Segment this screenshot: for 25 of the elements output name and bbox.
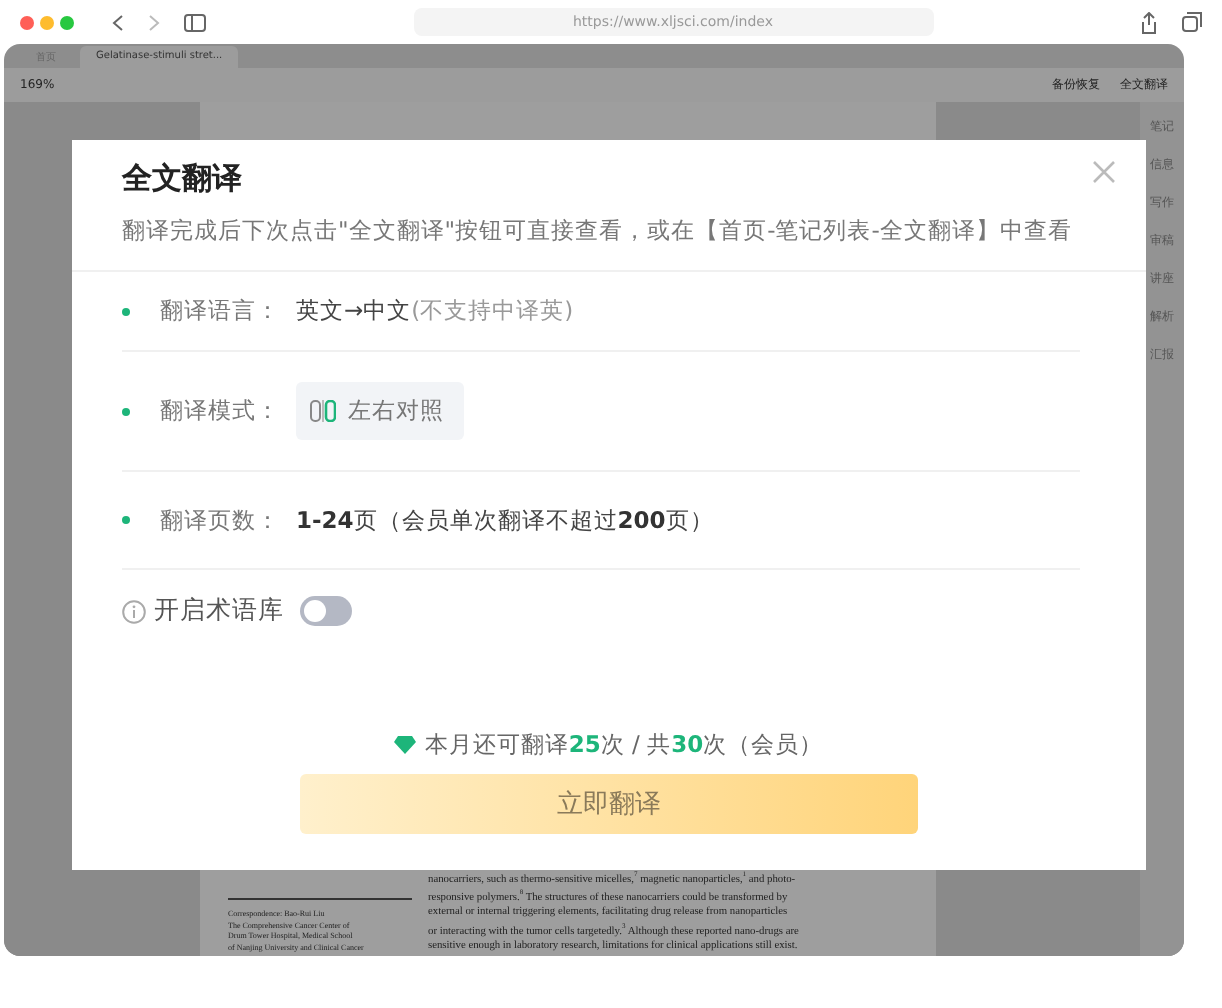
mode-button[interactable]: 左右对照 — [296, 382, 464, 440]
sidebar-icon[interactable] — [184, 13, 206, 31]
side-by-side-icon — [310, 400, 336, 422]
quota-text: 本月还可翻译25次 / 共30次（会员） — [424, 730, 824, 760]
forward-icon[interactable] — [148, 13, 160, 31]
dialog-title: 全文翻译 — [122, 160, 242, 198]
translate-now-button[interactable]: 立即翻译 — [300, 774, 918, 834]
bullet-icon — [122, 307, 130, 315]
share-icon[interactable] — [1140, 11, 1158, 33]
close-icon[interactable] — [1092, 160, 1116, 184]
term-library-label: 开启术语库 — [154, 594, 284, 628]
dialog-subtitle: 翻译完成后下次点击"全文翻译"按钮可直接查看，或在【首页-笔记列表-全文翻译】中查看 — [122, 216, 1074, 246]
info-icon[interactable] — [122, 599, 146, 623]
tabs-icon[interactable] — [1182, 12, 1202, 32]
pages-value: 1-24页（会员单次翻译不超过200页） — [296, 505, 714, 535]
row-label: 翻译模式： — [160, 396, 280, 426]
row-label: 翻译页数： — [160, 505, 280, 535]
diamond-icon — [394, 736, 417, 754]
term-library-switch[interactable] — [300, 596, 352, 626]
back-icon[interactable] — [112, 13, 124, 31]
row-label: 翻译语言： — [160, 296, 280, 326]
language-note: (不支持中译英) — [411, 296, 574, 326]
bullet-icon — [122, 407, 130, 415]
language-value: 英文→中文 — [296, 296, 412, 326]
bullet-icon — [122, 516, 130, 524]
